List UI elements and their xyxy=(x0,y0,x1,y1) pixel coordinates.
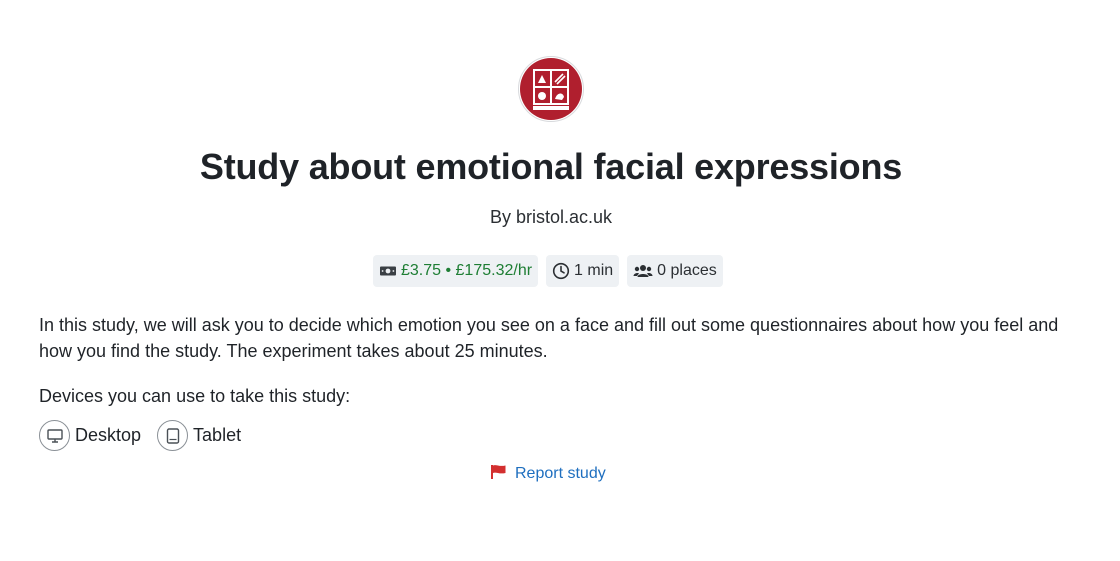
clock-icon xyxy=(552,262,570,280)
places-chip: 0 places xyxy=(627,255,723,287)
reward-chip: £3.75 • £175.32/hr xyxy=(373,255,539,287)
device-desktop: Desktop xyxy=(39,420,141,451)
report-study-label[interactable]: Report study xyxy=(515,465,606,483)
tablet-icon xyxy=(157,420,189,451)
duration-chip: 1 min xyxy=(546,255,620,287)
flag-icon xyxy=(490,464,507,485)
money-icon xyxy=(379,264,397,278)
duration-text: 1 min xyxy=(574,262,614,279)
study-info-chips: £3.75 • £175.32/hr 1 min 0 places xyxy=(373,255,723,287)
study-description: In this study, we will ask you to decide… xyxy=(39,315,1059,361)
study-title: Study about emotional facial expressions xyxy=(199,146,903,187)
places-text: 0 places xyxy=(657,262,717,279)
device-tablet-label: Tablet xyxy=(193,425,242,445)
university-crest-icon xyxy=(518,56,584,122)
report-study-link[interactable]: Report study xyxy=(490,463,606,485)
study-byline: By bristol.ac.uk xyxy=(489,207,613,227)
users-icon xyxy=(633,263,653,279)
devices-label: Devices you can use to take this study: xyxy=(39,386,351,406)
reward-text: £3.75 • £175.32/hr xyxy=(401,262,533,279)
device-desktop-label: Desktop xyxy=(75,425,142,445)
device-tablet: Tablet xyxy=(157,420,241,451)
desktop-icon xyxy=(39,420,70,451)
device-list: Desktop Tablet xyxy=(39,420,241,451)
study-details-page: Study about emotional facial expressions… xyxy=(0,0,1120,561)
